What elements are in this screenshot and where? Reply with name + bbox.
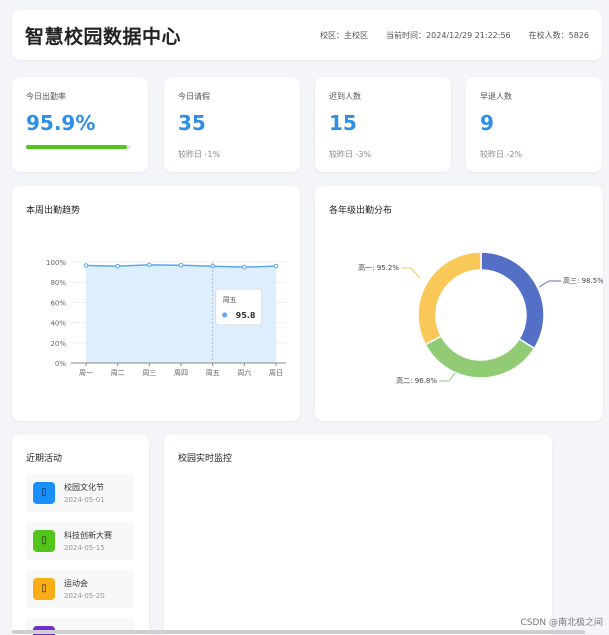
y-tick-label: 100% (46, 259, 66, 267)
trend-chart[interactable]: 0%20%40%60%80%100%周一 周二 周三 周四 周五 周六 周日周五95.8 (26, 231, 286, 421)
activity-name: 科技创新大赛 (64, 530, 112, 540)
x-tick-label: 周一 (79, 369, 93, 377)
distribution-donut-chart[interactable]: 高一: 95.2% 高三: 98.5% 高二: 96.8% (315, 221, 603, 421)
trend-point[interactable] (273, 263, 279, 269)
page-title: 智慧校园数据中心 (25, 25, 182, 48)
activity-name: 校园文化节 (64, 482, 104, 492)
slice-label: 高一: 95.2% (358, 263, 399, 272)
header-bar: 智慧校园数据中心 校区：主校区 当前时间：2024/12/29 21:22:56… (12, 10, 602, 60)
stat-label: 今日请假 (178, 92, 210, 101)
tooltip-marker (222, 312, 228, 318)
stat-value: 35 (178, 111, 206, 135)
trophy-icon: ▯ (33, 529, 55, 552)
donut-slice[interactable] (480, 251, 545, 350)
stat-label: 今日出勤率 (26, 92, 66, 101)
stat-card-late: 迟到人数 15 较昨日 -3% (315, 77, 451, 172)
monitor-title: 校园实时监控 (178, 454, 233, 464)
stat-change: 较昨日 -2% (480, 150, 523, 159)
x-tick-label: 周三 (142, 369, 156, 377)
trend-point[interactable] (242, 264, 247, 270)
slice-label: 高二: 96.8% (396, 376, 437, 385)
y-tick-label: 60% (50, 299, 66, 307)
label-leader (538, 280, 561, 288)
watermark: CSDN @南北极之间 (520, 618, 603, 628)
x-tick-label: 周五 (206, 369, 220, 377)
distribution-panel: 各年级出勤分布 高一: 95.2% 高三: 98.5% 高二: 96.8% (315, 186, 603, 421)
stat-label: 迟到人数 (329, 92, 361, 101)
trend-title: 本周出勤趋势 (26, 206, 81, 216)
tooltip-value: 95.8 (236, 311, 256, 320)
activity-item[interactable]: ▯ 校园文化节 2024-05-01 (26, 473, 134, 512)
stat-value: 15 (329, 111, 357, 135)
x-tick-label: 周日 (269, 369, 283, 377)
activity-date: 2024-05-15 (64, 543, 105, 552)
activity-item[interactable]: ▯ 科技创新大赛 2024-05-15 (26, 521, 134, 560)
stat-card-leave: 今日请假 35 较昨日 -1% (164, 77, 300, 172)
x-tick-label: 周二 (111, 369, 125, 377)
header-meta: 校区：主校区 当前时间：2024/12/29 21:22:56 在校人数：582… (320, 30, 589, 41)
tooltip-day: 周五 (223, 296, 237, 304)
activity-name: 运动会 (64, 578, 88, 588)
chart-tooltip: 周五 95.8 (215, 288, 263, 326)
stat-change: 较昨日 -3% (329, 150, 372, 159)
campus-label: 校区：主校区 (320, 30, 369, 40)
calendar-icon: ▯ (33, 481, 55, 504)
trend-panel: 本周出勤趋势 0% 20% 40% 60% 80% 100% 周一 周二 周三 周四 周五 周六 周日周… (12, 186, 300, 421)
current-time: 当前时间：2024/12/29 21:22:56 (386, 30, 511, 40)
stat-card-early-leave: 早退人数 9 较昨日 -2% (466, 77, 602, 172)
horizontal-scrollbar[interactable] (12, 630, 585, 634)
activity-panel: 近期活动 ▯ 校园文化节 2024-05-01 ▯ 科技创新大赛 2024-05… (12, 435, 149, 635)
stat-label: 早退人数 (480, 92, 512, 101)
x-tick-label: 周六 (237, 368, 251, 377)
trend-point[interactable] (178, 262, 184, 268)
trend-point[interactable] (147, 262, 152, 268)
attendance-progress-bar (26, 145, 131, 149)
monitor-panel: 校园实时监控 (164, 435, 552, 635)
activity-date: 2024-05-01 (64, 495, 105, 504)
y-tick-label: 20% (50, 340, 66, 348)
activity-item[interactable]: ▯ 运动会 2024-05-20 (26, 569, 134, 608)
y-tick-label: 0% (55, 360, 66, 368)
stat-change: 较昨日 -1% (178, 150, 221, 159)
flag-icon: ▯ (33, 577, 55, 600)
distribution-title: 各年级出勤分布 (329, 206, 393, 216)
donut-slice[interactable] (424, 335, 536, 379)
label-leader (401, 267, 421, 279)
trend-point[interactable] (83, 263, 89, 268)
trend-point[interactable] (115, 263, 120, 269)
stat-card-attendance: 今日出勤率 95.9% (12, 77, 148, 172)
y-tick-label: 80% (50, 279, 66, 287)
y-tick-label: 40% (50, 320, 66, 328)
stat-value: 9 (480, 111, 494, 135)
student-count: 在校人数：5826 (528, 30, 589, 40)
label-leader (439, 372, 456, 382)
x-tick-label: 周四 (174, 369, 188, 377)
slice-label: 高三: 98.5% (563, 276, 603, 285)
attendance-progress-fill (26, 145, 127, 149)
donut-slice[interactable] (417, 251, 482, 346)
stat-value: 95.9% (26, 111, 96, 135)
activity-title: 近期活动 (26, 454, 63, 464)
activity-date: 2024-05-20 (64, 591, 105, 600)
